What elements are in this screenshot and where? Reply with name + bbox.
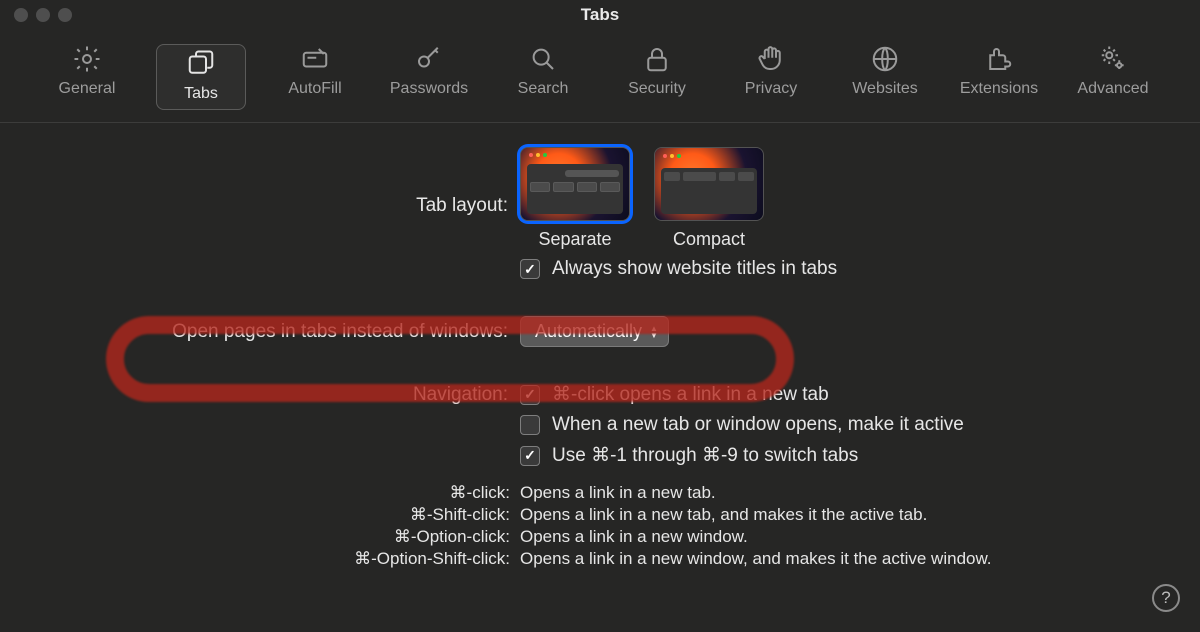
checkbox-cmd-click-new-tab[interactable] xyxy=(520,385,540,405)
chevron-up-down-icon: ▲▼ xyxy=(650,325,658,339)
tab-security[interactable]: Security xyxy=(612,44,702,110)
key-icon xyxy=(414,44,444,74)
checkbox-label: When a new tab or window opens, make it … xyxy=(552,414,964,436)
preferences-toolbar: General Tabs AutoFill Passwords Search S… xyxy=(0,30,1200,123)
shortcut-desc: Opens a link in a new tab. xyxy=(520,483,1200,503)
shortcut-desc: Opens a link in a new tab, and makes it … xyxy=(520,505,1200,525)
tab-general[interactable]: General xyxy=(42,44,132,110)
tab-label: Passwords xyxy=(390,80,468,98)
checkbox-label: ⌘-click opens a link in a new tab xyxy=(552,383,829,406)
hand-icon xyxy=(756,44,786,74)
tab-label: General xyxy=(59,80,116,98)
tab-tabs[interactable]: Tabs xyxy=(156,44,246,110)
tab-layout-thumb-compact xyxy=(654,147,764,221)
checkbox-always-show-titles[interactable] xyxy=(520,259,540,279)
shortcut-desc: Opens a link in a new window. xyxy=(520,527,1200,547)
shortcut-help-row: ⌘-click: Opens a link in a new tab. xyxy=(0,483,1200,503)
lock-icon xyxy=(642,44,672,74)
tab-autofill[interactable]: AutoFill xyxy=(270,44,360,110)
tab-label: Websites xyxy=(852,80,918,98)
tab-privacy[interactable]: Privacy xyxy=(726,44,816,110)
globe-icon xyxy=(870,44,900,74)
checkbox-label: Always show website titles in tabs xyxy=(552,258,837,280)
tab-label: Search xyxy=(518,80,569,98)
titlebar: Tabs xyxy=(0,0,1200,30)
tab-passwords[interactable]: Passwords xyxy=(384,44,474,110)
checkbox-cmd-number-switch[interactable] xyxy=(520,446,540,466)
shortcut-key: ⌘-Option-Shift-click: xyxy=(0,549,520,569)
window-title: Tabs xyxy=(0,5,1200,25)
tab-layout-option-label: Compact xyxy=(673,229,745,250)
autofill-icon xyxy=(300,44,330,74)
open-pages-select[interactable]: Automatically ▲▼ xyxy=(520,316,669,347)
tab-layout-thumb-separate xyxy=(520,147,630,221)
search-icon xyxy=(528,44,558,74)
tab-label: Security xyxy=(628,80,686,98)
tab-extensions[interactable]: Extensions xyxy=(954,44,1044,110)
shortcut-help-row: ⌘-Shift-click: Opens a link in a new tab… xyxy=(0,505,1200,525)
tab-label: Privacy xyxy=(745,80,797,98)
shortcut-help-row: ⌘-Option-Shift-click: Opens a link in a … xyxy=(0,549,1200,569)
help-button[interactable]: ? xyxy=(1152,584,1180,612)
tab-layout-option-label: Separate xyxy=(538,229,611,250)
shortcut-key: ⌘-Option-click: xyxy=(0,527,520,547)
tab-label: Tabs xyxy=(184,85,218,103)
open-pages-label: Open pages in tabs instead of windows: xyxy=(0,321,520,343)
tab-layout-option-compact[interactable]: Compact xyxy=(654,147,764,250)
tab-advanced[interactable]: Advanced xyxy=(1068,44,1158,110)
shortcut-desc: Opens a link in a new window, and makes … xyxy=(520,549,1200,569)
tab-layout-label: Tab layout: xyxy=(0,147,520,217)
tab-search[interactable]: Search xyxy=(498,44,588,110)
navigation-label: Navigation: xyxy=(0,384,520,406)
puzzle-icon xyxy=(984,44,1014,74)
tab-label: Extensions xyxy=(960,80,1038,98)
tabs-icon xyxy=(186,49,216,79)
tab-label: AutoFill xyxy=(288,80,341,98)
preferences-body: Tab layout: Separate xyxy=(0,123,1200,569)
select-value: Automatically xyxy=(535,321,642,342)
shortcut-key: ⌘-click: xyxy=(0,483,520,503)
checkbox-label: Use ⌘-1 through ⌘-9 to switch tabs xyxy=(552,444,858,467)
shortcut-key: ⌘-Shift-click: xyxy=(0,505,520,525)
gear-icon xyxy=(72,44,102,74)
tab-label: Advanced xyxy=(1077,80,1148,98)
checkbox-activate-new[interactable] xyxy=(520,415,540,435)
tab-layout-option-separate[interactable]: Separate xyxy=(520,147,630,250)
tab-websites[interactable]: Websites xyxy=(840,44,930,110)
shortcut-help-row: ⌘-Option-click: Opens a link in a new wi… xyxy=(0,527,1200,547)
gears-icon xyxy=(1098,44,1128,74)
